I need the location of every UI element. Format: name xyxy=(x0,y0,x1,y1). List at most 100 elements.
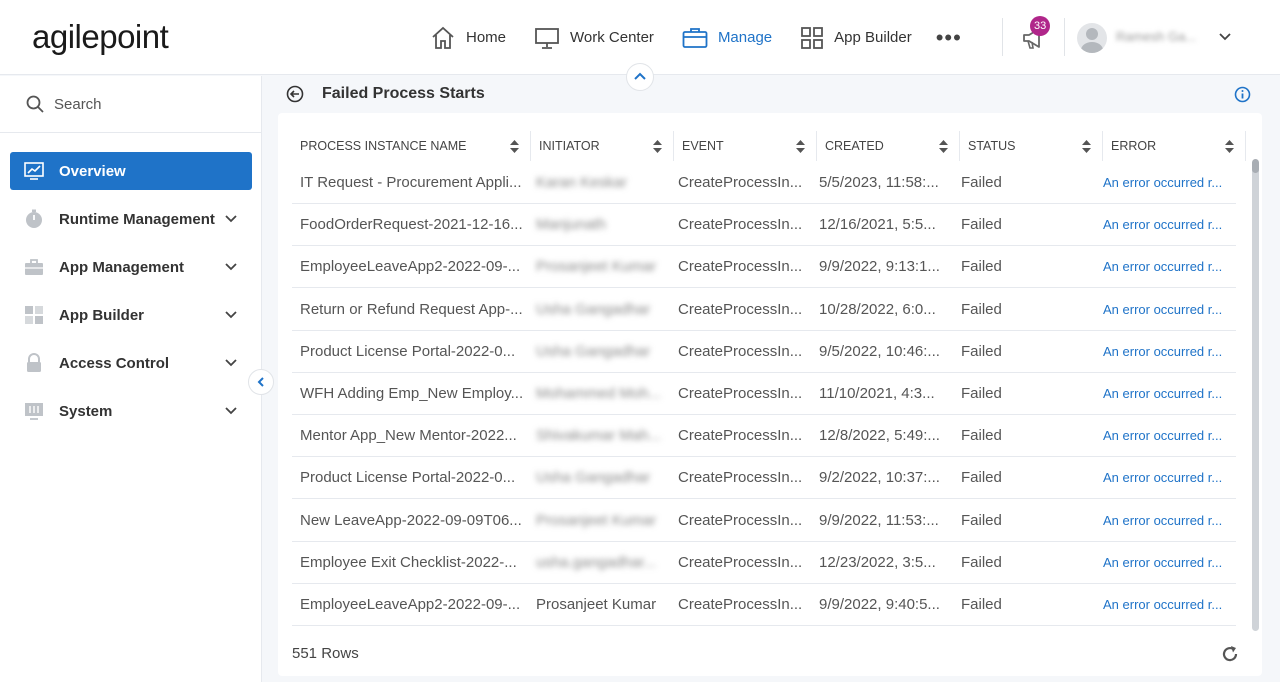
sort-icon xyxy=(796,140,805,153)
chevron-down-icon[interactable] xyxy=(1218,30,1232,44)
settings-sliders-icon xyxy=(24,401,44,421)
search-input[interactable]: Search xyxy=(0,76,261,133)
cell-error[interactable]: An error occurred r... xyxy=(1103,162,1233,204)
cell-error[interactable]: An error occurred r... xyxy=(1103,584,1233,626)
cell-error[interactable]: An error occurred r... xyxy=(1103,500,1233,542)
search-placeholder: Search xyxy=(54,95,102,113)
column-label: INITIATOR xyxy=(539,139,600,153)
nav-app-builder[interactable]: App Builder xyxy=(800,0,912,75)
refresh-icon[interactable] xyxy=(1220,644,1240,664)
cell-created: 10/28/2022, 6:0... xyxy=(819,300,936,318)
cell-event: CreateProcessIn... xyxy=(678,258,803,276)
table-row[interactable]: IT Request - Procurement Appli... Karan K… xyxy=(292,162,1236,204)
sidebar-item-app-management[interactable]: App Management xyxy=(10,248,252,286)
cell-error[interactable]: An error occurred r... xyxy=(1103,415,1233,457)
cell-event: CreateProcessIn... xyxy=(678,342,803,360)
page-title: Failed Process Starts xyxy=(322,85,485,102)
collapse-sidebar-button[interactable] xyxy=(248,369,274,395)
chevron-down-icon xyxy=(225,215,237,223)
sidebar-item-runtime-management[interactable]: Runtime Management xyxy=(10,200,252,238)
cell-error[interactable]: An error occurred r... xyxy=(1103,457,1233,499)
collapse-header-button[interactable] xyxy=(626,63,654,91)
cell-status: Failed xyxy=(961,596,1002,613)
nav-app-builder-label: App Builder xyxy=(834,29,912,46)
sort-icon xyxy=(653,140,662,153)
cell-error[interactable]: An error occurred r... xyxy=(1103,289,1233,331)
nav-manage[interactable]: Manage xyxy=(682,0,772,75)
briefcase-icon xyxy=(682,27,708,48)
cell-event: CreateProcessIn... xyxy=(678,300,803,318)
column-label: STATUS xyxy=(968,139,1016,153)
nav-manage-label: Manage xyxy=(717,29,773,46)
cell-created: 9/9/2022, 9:13:1... xyxy=(819,258,940,276)
cell-name: Mentor App_New Mentor-2022... xyxy=(300,427,517,445)
cell-name: FoodOrderRequest-2021-12-16... xyxy=(300,216,523,234)
header-divider xyxy=(1002,18,1003,56)
table-row[interactable]: Product License Portal-2022-0... Usha Gan… xyxy=(292,331,1236,373)
failed-process-starts-grid: PROCESS INSTANCE NAME INITIATOR EVENT CR… xyxy=(278,113,1262,676)
cell-error[interactable]: An error occurred r... xyxy=(1103,331,1233,373)
sidebar-item-app-builder[interactable]: App Builder xyxy=(10,296,252,334)
table-row[interactable]: EmployeeLeaveApp2-2022-09-... Prosanjeet … xyxy=(292,584,1236,626)
cell-initiator: Usha Gangadhar xyxy=(536,469,651,487)
cell-initiator: Manjunath xyxy=(536,216,607,234)
table-row[interactable]: New LeaveApp-2022-09-09T06... Prosanjeet … xyxy=(292,500,1236,542)
column-divider xyxy=(1245,131,1246,161)
back-arrow-icon[interactable] xyxy=(286,85,304,103)
agilepoint-logo[interactable]: agilepoint xyxy=(32,18,169,56)
table-row[interactable]: Employee Exit Checklist-2022-... usha.gan… xyxy=(292,542,1236,584)
cell-created: 12/16/2021, 5:5... xyxy=(819,216,936,234)
sidebar-item-overview[interactable]: Overview xyxy=(10,152,252,190)
scrollbar-thumb[interactable] xyxy=(1252,159,1259,173)
cell-event: CreateProcessIn... xyxy=(678,553,803,571)
info-icon[interactable] xyxy=(1234,86,1251,103)
cell-created: 9/5/2022, 10:46:... xyxy=(819,342,940,360)
cell-event: CreateProcessIn... xyxy=(678,427,803,445)
chevron-left-icon xyxy=(257,377,264,387)
page-header: Failed Process Starts xyxy=(286,80,485,108)
chevron-down-icon xyxy=(225,263,237,271)
user-name[interactable]: Ramesh Ga... xyxy=(1116,29,1196,44)
cell-status: Failed xyxy=(961,427,1002,445)
table-row[interactable]: WFH Adding Emp_New Employ... Mohammed Moh… xyxy=(292,373,1236,415)
avatar[interactable] xyxy=(1077,23,1107,53)
sidebar-item-system[interactable]: System xyxy=(10,392,252,430)
cell-event: CreateProcessIn... xyxy=(678,469,803,487)
more-menu-button[interactable]: ••• xyxy=(936,25,962,51)
chevron-down-icon xyxy=(225,311,237,319)
sidebar-item-label: System xyxy=(59,402,113,420)
cell-status: Failed xyxy=(961,553,1002,571)
table-row[interactable]: Mentor App_New Mentor-2022... Shivakumar … xyxy=(292,415,1236,458)
cell-status: Failed xyxy=(961,385,1002,402)
cell-error[interactable]: An error occurred r... xyxy=(1103,542,1233,584)
home-icon xyxy=(432,26,454,49)
table-row[interactable]: Return or Refund Request App-... Usha Gan… xyxy=(292,289,1236,331)
scrollbar-track[interactable] xyxy=(1252,161,1259,631)
cell-status: Failed xyxy=(961,216,1002,234)
cell-created: 9/9/2022, 11:53:... xyxy=(819,511,939,529)
grid-icon xyxy=(24,305,44,325)
cell-status: Failed xyxy=(961,258,1002,276)
chart-icon xyxy=(24,161,44,181)
sidebar-item-label: Overview xyxy=(59,162,126,180)
row-count: 551 Rows xyxy=(292,645,359,662)
monitor-icon xyxy=(535,27,559,49)
cell-error[interactable]: An error occurred r... xyxy=(1103,204,1233,246)
column-label: CREATED xyxy=(825,139,884,153)
table-row[interactable]: Product License Portal-2022-0... Usha Gan… xyxy=(292,457,1236,500)
vertical-scrollbar[interactable] xyxy=(1252,159,1259,631)
cell-error[interactable]: An error occurred r... xyxy=(1103,246,1233,288)
sidebar-item-access-control[interactable]: Access Control xyxy=(10,344,252,382)
cell-initiator: Prosanjeet Kumar xyxy=(536,258,657,276)
table-row[interactable]: FoodOrderRequest-2021-12-16... Manjunath C… xyxy=(292,204,1236,247)
cell-initiator: Prosanjeet Kumar xyxy=(536,596,657,613)
sort-icon xyxy=(939,140,948,153)
sidebar-item-label: App Builder xyxy=(59,306,144,324)
sort-icon xyxy=(1082,140,1091,153)
cell-error[interactable]: An error occurred r... xyxy=(1103,373,1233,415)
search-icon xyxy=(26,95,44,113)
table-row[interactable]: EmployeeLeaveApp2-2022-09-... Prosanjeet … xyxy=(292,246,1236,289)
nav-home[interactable]: Home xyxy=(430,0,506,75)
column-label: PROCESS INSTANCE NAME xyxy=(300,139,467,153)
cell-initiator: Mohammed Moh... xyxy=(536,385,662,402)
